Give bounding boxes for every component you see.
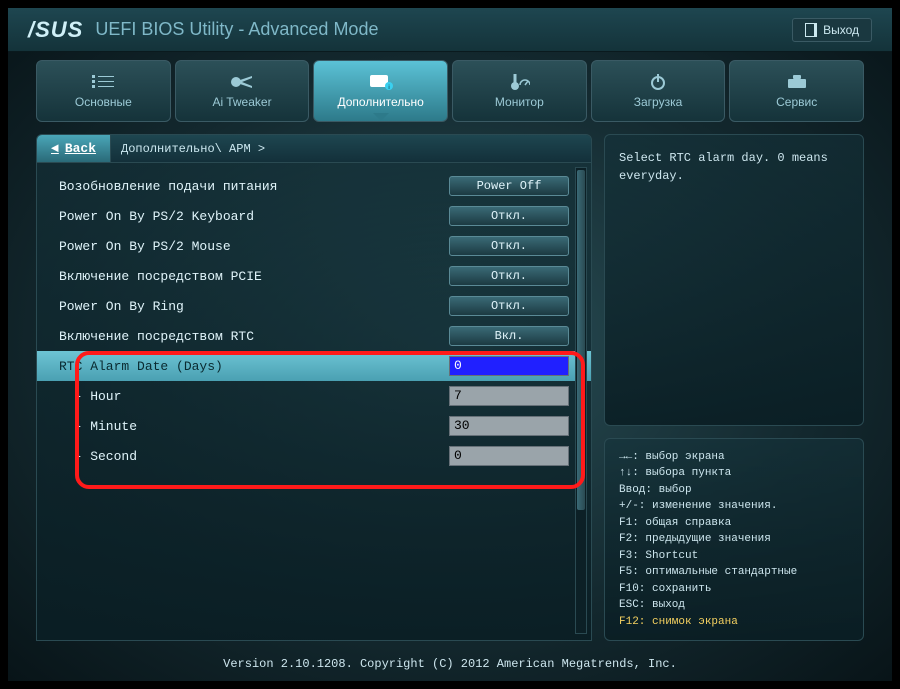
side-panels: Select RTC alarm day. 0 means everyday. … — [604, 134, 864, 641]
setting-input[interactable]: 0 — [449, 356, 569, 376]
back-label: Back — [65, 141, 96, 156]
help-panel: Select RTC alarm day. 0 means everyday. — [604, 134, 864, 426]
setting-input[interactable]: 0 — [449, 446, 569, 466]
setting-input[interactable]: 7 — [449, 386, 569, 406]
tab-label: Основные — [75, 95, 132, 109]
setting-dropdown[interactable]: Откл. — [449, 296, 569, 316]
shortcut-line: F12: снимок экрана — [619, 614, 849, 631]
setting-dropdown[interactable]: Откл. — [449, 266, 569, 286]
power-icon — [645, 73, 671, 91]
tab-advanced[interactable]: i Дополнительно — [313, 60, 448, 122]
setting-label: Power On By Ring — [59, 299, 449, 314]
setting-label: Возобновление подачи питания — [59, 179, 449, 194]
settings-list: Возобновление подачи питанияPower OffPow… — [37, 163, 591, 487]
shortcut-line: F10: сохранить — [619, 581, 849, 598]
thermometer-icon — [506, 73, 532, 91]
setting-label: Power On By PS/2 Mouse — [59, 239, 449, 254]
ai-icon — [229, 73, 255, 91]
setting-label: - Minute — [59, 419, 449, 434]
scrollbar[interactable] — [575, 167, 587, 634]
scroll-thumb[interactable] — [577, 170, 585, 510]
shortcut-line: F2: предыдущие значения — [619, 531, 849, 548]
back-button[interactable]: ◄ Back — [37, 135, 111, 162]
setting-label: RTC Alarm Date (Days) — [59, 359, 449, 374]
tab-label: Сервис — [776, 95, 817, 109]
setting-row[interactable]: Включение посредством PCIEОткл. — [37, 261, 591, 291]
exit-label: Выход — [823, 23, 859, 37]
header-bar: /SUS UEFI BIOS Utility - Advanced Mode В… — [8, 8, 892, 52]
breadcrumb-path: Дополнительно\ APM > — [111, 142, 275, 156]
breadcrumb: ◄ Back Дополнительно\ APM > — [37, 135, 591, 163]
nav-tabs: Основные Ai Tweaker i Дополнительно Мони… — [8, 52, 892, 122]
shortcut-panel: →←: выбор экрана↑↓: выбора пунктаВвод: в… — [604, 438, 864, 642]
shortcut-line: F1: общая справка — [619, 515, 849, 532]
setting-row[interactable]: Power On By PS/2 MouseОткл. — [37, 231, 591, 261]
tab-main[interactable]: Основные — [36, 60, 171, 122]
tab-monitor[interactable]: Монитор — [452, 60, 587, 122]
setting-label: Power On By PS/2 Keyboard — [59, 209, 449, 224]
svg-text:i: i — [388, 85, 389, 91]
setting-row[interactable]: Power On By RingОткл. — [37, 291, 591, 321]
setting-label: Включение посредством RTC — [59, 329, 449, 344]
toolbox-icon — [784, 73, 810, 91]
bios-window: /SUS UEFI BIOS Utility - Advanced Mode В… — [6, 6, 894, 683]
setting-label: - Second — [59, 449, 449, 464]
tab-boot[interactable]: Загрузка — [591, 60, 726, 122]
chip-icon: i — [368, 73, 394, 91]
setting-row[interactable]: RTC Alarm Date (Days)0 — [37, 351, 591, 381]
shortcut-line: ESC: выход — [619, 597, 849, 614]
tab-label: Загрузка — [634, 95, 683, 109]
setting-label: Включение посредством PCIE — [59, 269, 449, 284]
asus-logo: /SUS — [28, 17, 83, 43]
door-icon — [805, 23, 817, 37]
shortcut-line: ↑↓: выбора пункта — [619, 465, 849, 482]
tab-label: Ai Tweaker — [212, 95, 271, 109]
setting-dropdown[interactable]: Откл. — [449, 206, 569, 226]
setting-row[interactable]: - Hour7 — [37, 381, 591, 411]
shortcut-line: F3: Shortcut — [619, 548, 849, 565]
setting-row[interactable]: Включение посредством RTCВкл. — [37, 321, 591, 351]
main-panel: ◄ Back Дополнительно\ APM > Возобновлени… — [36, 134, 592, 641]
page-title: UEFI BIOS Utility - Advanced Mode — [95, 19, 378, 40]
list-icon — [90, 73, 116, 91]
setting-row[interactable]: - Minute30 — [37, 411, 591, 441]
shortcut-line: →←: выбор экрана — [619, 449, 849, 466]
setting-dropdown[interactable]: Вкл. — [449, 326, 569, 346]
exit-button[interactable]: Выход — [792, 18, 872, 42]
shortcut-line: F5: оптимальные стандартные — [619, 564, 849, 581]
setting-label: - Hour — [59, 389, 449, 404]
setting-dropdown[interactable]: Power Off — [449, 176, 569, 196]
setting-row[interactable]: Возобновление подачи питанияPower Off — [37, 171, 591, 201]
footer-version: Version 2.10.1208. Copyright (C) 2012 Am… — [8, 657, 892, 671]
setting-row[interactable]: Power On By PS/2 KeyboardОткл. — [37, 201, 591, 231]
arrow-left-icon: ◄ — [51, 141, 59, 156]
shortcut-line: Ввод: выбор — [619, 482, 849, 499]
tab-ai-tweaker[interactable]: Ai Tweaker — [175, 60, 310, 122]
tab-label: Монитор — [495, 95, 544, 109]
tab-tools[interactable]: Сервис — [729, 60, 864, 122]
content-area: ◄ Back Дополнительно\ APM > Возобновлени… — [36, 134, 864, 641]
setting-input[interactable]: 30 — [449, 416, 569, 436]
setting-dropdown[interactable]: Откл. — [449, 236, 569, 256]
shortcut-line: +/-: изменение значения. — [619, 498, 849, 515]
help-text: Select RTC alarm day. 0 means everyday. — [619, 149, 849, 185]
tab-label: Дополнительно — [337, 95, 423, 109]
setting-row[interactable]: - Second0 — [37, 441, 591, 471]
